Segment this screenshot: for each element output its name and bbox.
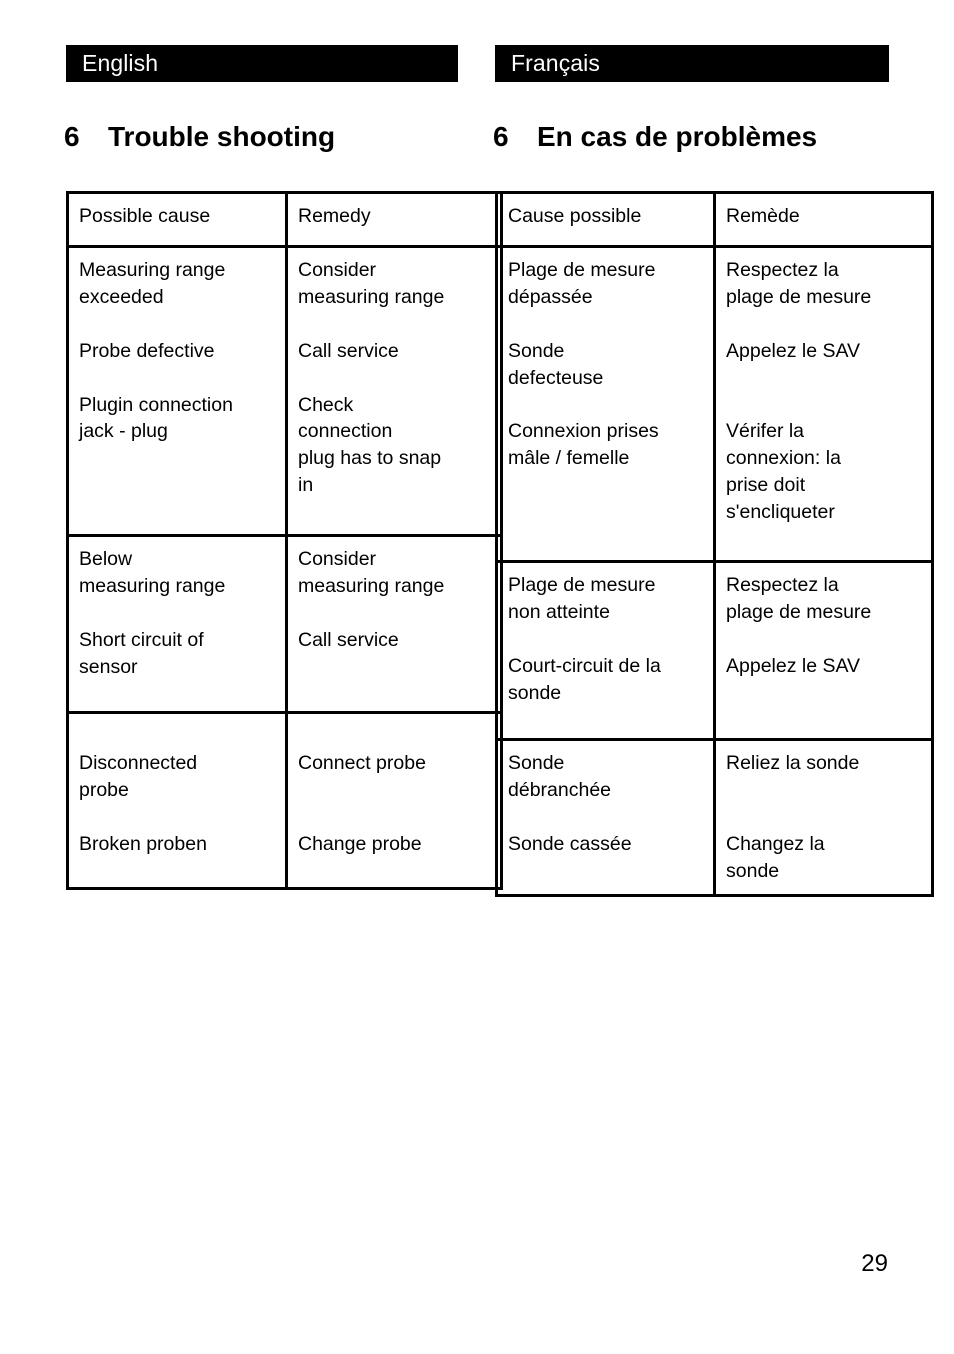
- text-line: s'encliqueter: [726, 501, 835, 524]
- header-label-remedy: Remedy: [298, 205, 371, 227]
- text-line: Sonde cassée: [508, 832, 632, 855]
- text-line: plage de mesure: [726, 285, 872, 308]
- text-line: Consider: [298, 259, 377, 281]
- section-heading-english: 6 Trouble shooting: [64, 121, 336, 153]
- text-line: measuring range: [298, 574, 445, 597]
- text-line: Appelez le SAV: [726, 339, 861, 362]
- cell-remedy: Respectez la plage de mesure Appelez le …: [713, 245, 934, 563]
- header-cell-remedy: Remède: [713, 191, 934, 248]
- text-line: Vérifer la: [726, 420, 805, 443]
- text-line: sonde: [508, 681, 562, 704]
- cell-remedy: Connect probe Change probe: [285, 711, 503, 890]
- text-line: defecteuse: [508, 366, 604, 389]
- table-row: Plage de mesure non atteinte Court-circu…: [495, 560, 934, 741]
- header-cell-remedy: Remedy: [285, 191, 503, 248]
- text-line: Connexion prises: [508, 420, 659, 443]
- language-bar-english: English: [66, 45, 458, 82]
- text-line: Below: [79, 548, 133, 570]
- text-line: Broken proben: [79, 832, 207, 855]
- language-bar-french: Français: [495, 45, 889, 82]
- text-line: Call service: [298, 628, 399, 651]
- header-label-remedy: Remède: [726, 205, 800, 227]
- text-line: sensor: [79, 655, 138, 678]
- text-line: connexion: la: [726, 447, 841, 470]
- table-row: Below measuring range Short circuit of s…: [66, 534, 503, 714]
- header-cell-cause: Cause possible: [495, 191, 716, 248]
- text-line: non atteinte: [508, 600, 610, 623]
- text-line: Plage de mesure: [508, 259, 656, 281]
- text-line: in: [298, 474, 314, 497]
- text-line: Appelez le SAV: [726, 654, 861, 677]
- text-line: Respectez la: [726, 259, 839, 281]
- section-number-french: 6: [493, 121, 509, 152]
- text-line: measuring range: [298, 285, 445, 308]
- text-line: probe: [79, 778, 129, 801]
- table-header-row: Cause possible Remède: [495, 191, 934, 248]
- cell-remedy: Reliez la sonde Changez la sonde: [713, 738, 934, 897]
- cell-remedy: Consider measuring range Call service Ch…: [285, 245, 503, 537]
- language-label-french: Français: [511, 49, 600, 76]
- text-line: sonde: [726, 859, 780, 882]
- cell-cause: Disconnected probe Broken proben: [66, 711, 288, 890]
- cell-cause: Plage de mesure dépassée Sonde defecteus…: [495, 245, 716, 563]
- text-line: Change probe: [298, 832, 422, 855]
- text-line: prise doit: [726, 474, 806, 497]
- section-number-english: 6: [64, 121, 80, 152]
- page-number: 29: [861, 1250, 888, 1277]
- cell-cause: Below measuring range Short circuit of s…: [66, 534, 288, 714]
- cell-remedy: Consider measuring range Call service: [285, 534, 503, 714]
- section-heading-french: 6 En cas de problèmes: [493, 121, 818, 153]
- text-line: Probe defective: [79, 339, 215, 362]
- section-title-english: Trouble shooting: [108, 121, 336, 152]
- text-line: Court-circuit de la: [508, 654, 661, 677]
- manual-page: English 6 Trouble shooting Possible cause…: [0, 0, 954, 1354]
- text-line: Plage de mesure: [508, 574, 656, 596]
- text-line: dépassée: [508, 285, 593, 308]
- table-row: Measuring range exceeded Probe defective…: [66, 245, 503, 537]
- table-row: Disconnected probe Broken proben Connect…: [66, 711, 503, 890]
- text-line: Sonde: [508, 752, 565, 774]
- text-line: Changez la: [726, 832, 825, 855]
- text-line: Reliez la sonde: [726, 752, 860, 774]
- cell-remedy: Respectez la plage de mesure Appelez le …: [713, 560, 934, 741]
- text-line: Check: [298, 393, 354, 416]
- text-line: débranchée: [508, 778, 612, 801]
- header-label-cause: Possible cause: [79, 205, 211, 227]
- text-line: jack - plug: [79, 420, 168, 443]
- text-line: plug has to snap: [298, 447, 442, 470]
- cell-cause: Sonde débranchée Sonde cassée: [495, 738, 716, 897]
- text-line: Short circuit of: [79, 628, 204, 651]
- text-line: Respectez la: [726, 574, 839, 596]
- text-line: plage de mesure: [726, 600, 872, 623]
- text-line: Disconnected: [79, 751, 198, 774]
- table-row: Plage de mesure dépassée Sonde defecteus…: [495, 245, 934, 563]
- text-line: Sonde: [508, 339, 565, 362]
- text-line: mâle / femelle: [508, 447, 630, 470]
- text-line: Plugin connection: [79, 393, 233, 416]
- cell-cause: Plage de mesure non atteinte Court-circu…: [495, 560, 716, 741]
- text-line: Measuring range: [79, 259, 226, 281]
- text-line: Call service: [298, 339, 399, 362]
- troubleshooting-table-english: Possible cause Remedy Measuring range ex…: [66, 191, 503, 890]
- table-row: Sonde débranchée Sonde cassée Reliez la …: [495, 738, 934, 897]
- language-label-english: English: [82, 49, 159, 76]
- header-label-cause: Cause possible: [508, 205, 642, 227]
- cell-cause: Measuring range exceeded Probe defective…: [66, 245, 288, 537]
- text-line: exceeded: [79, 285, 164, 308]
- section-title-french: En cas de problèmes: [537, 121, 818, 152]
- text-line: measuring range: [79, 574, 226, 597]
- troubleshooting-table-french: Cause possible Remède Plage de mesure dé…: [495, 191, 934, 897]
- header-cell-cause: Possible cause: [66, 191, 288, 248]
- text-line: connection: [298, 420, 393, 443]
- text-line: Consider: [298, 548, 377, 570]
- table-header-row: Possible cause Remedy: [66, 191, 503, 248]
- text-line: Connect probe: [298, 751, 426, 774]
